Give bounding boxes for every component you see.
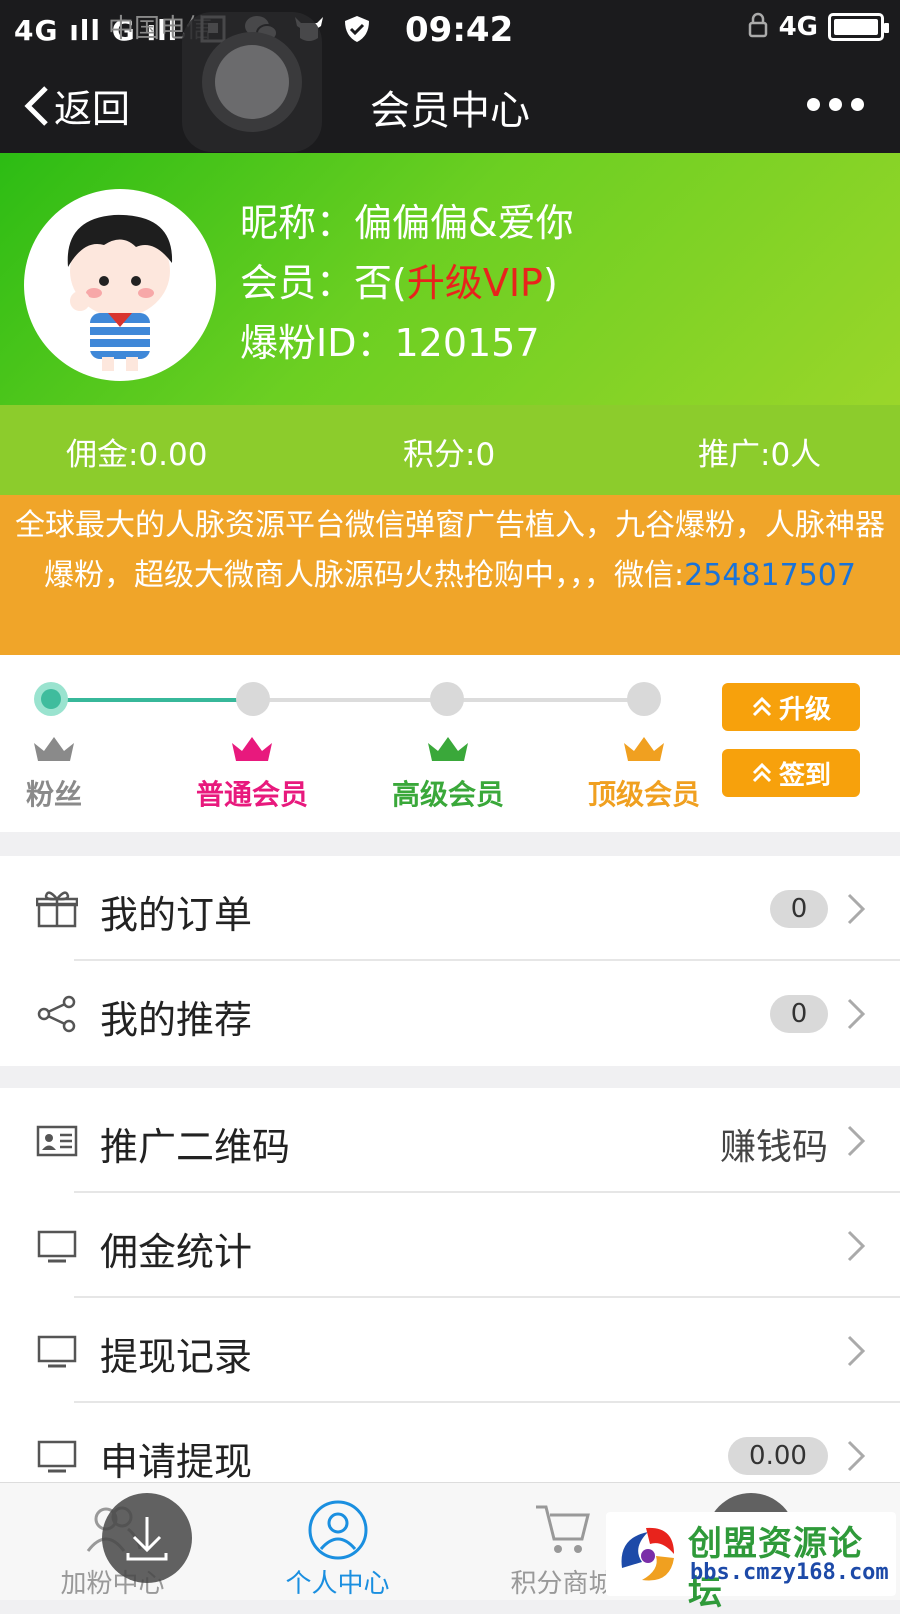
menu-item-withdraw-records[interactable]: 提现记录 bbox=[0, 1298, 900, 1403]
crown-icon bbox=[428, 737, 468, 761]
stats-bar: 佣金:0.00 积分:0 推广:0人 bbox=[0, 405, 900, 495]
menu-item-label: 推广二维码 bbox=[100, 1125, 291, 1169]
id-row: 爆粉ID：120157 bbox=[240, 313, 574, 373]
id-value: 120157 bbox=[394, 321, 540, 365]
wechat-id-link[interactable]: 254817507 bbox=[684, 558, 856, 593]
menu-item-label: 我的推荐 bbox=[100, 998, 253, 1042]
crown-icon bbox=[624, 737, 664, 761]
cart-icon bbox=[536, 1505, 590, 1553]
clock: 09:42 bbox=[405, 10, 514, 50]
chevron-right-icon bbox=[847, 1335, 866, 1367]
more-menu-button[interactable] bbox=[807, 98, 864, 111]
member-label: 会员： bbox=[240, 261, 355, 305]
amount-badge: 0.00 bbox=[728, 1437, 828, 1475]
chevron-right-icon bbox=[847, 1125, 866, 1157]
avatar[interactable] bbox=[24, 189, 216, 381]
nickname-row: 昵称：偏偏偏&爱你 bbox=[240, 193, 574, 253]
battery-icon bbox=[828, 13, 889, 41]
level-label-top: 顶级会员 bbox=[587, 778, 700, 811]
status-bar: 4G ıll G ıll 中国电信 09:42 4G bbox=[0, 0, 900, 60]
level-dot-normal bbox=[236, 682, 270, 716]
monitor-icon bbox=[37, 1230, 77, 1263]
shield-check-icon bbox=[340, 12, 374, 46]
page-title: 会员中心 bbox=[370, 88, 530, 134]
member-row: 会员：否(升级VIP) bbox=[240, 253, 574, 313]
network-type: 4G bbox=[778, 12, 818, 42]
chevron-right-icon bbox=[847, 893, 866, 925]
commission-stat[interactable]: 佣金:0.00 bbox=[66, 429, 207, 474]
id-label: 爆粉ID： bbox=[240, 321, 395, 365]
level-label-fans: 粉丝 bbox=[25, 778, 82, 811]
points-stat[interactable]: 积分:0 bbox=[403, 429, 495, 474]
member-close: ) bbox=[542, 261, 558, 305]
level-label-normal: 普通会员 bbox=[195, 778, 308, 811]
count-badge: 0 bbox=[770, 890, 828, 928]
assistive-touch-button[interactable] bbox=[182, 12, 322, 152]
id-card-icon bbox=[36, 1125, 78, 1157]
crown-icon bbox=[34, 737, 74, 761]
checkin-button-label: 签到 bbox=[778, 760, 831, 791]
chevron-right-icon bbox=[847, 998, 866, 1030]
menu-item-commission-stats[interactable]: 佣金统计 bbox=[0, 1193, 900, 1298]
count-badge: 0 bbox=[770, 995, 828, 1033]
level-progress-track bbox=[50, 698, 645, 702]
more-dot bbox=[829, 98, 842, 111]
menu-item-label: 提现记录 bbox=[100, 1335, 253, 1379]
forum-watermark: 创盟资源论坛 bbs.cmzy168.com bbox=[606, 1512, 896, 1613]
tab-personal-center[interactable]: 个人中心 bbox=[225, 1483, 450, 1601]
menu-item-promo-qrcode[interactable]: 推广二维码 赚钱码 bbox=[0, 1088, 900, 1193]
profile-header: 昵称：偏偏偏&爱你 会员：否(升级VIP) 爆粉ID：120157 bbox=[0, 153, 900, 405]
menu-group-finance: 推广二维码 赚钱码 佣金统计 提现记录 申请提现 0.00 bbox=[0, 1088, 900, 1508]
tab-label: 个人中心 bbox=[285, 1569, 390, 1599]
upgrade-vip-link[interactable]: 升级VIP bbox=[407, 261, 543, 305]
level-label-advanced: 高级会员 bbox=[391, 778, 504, 811]
forum-url: bbs.cmzy168.com bbox=[690, 1560, 889, 1585]
nickname-label: 昵称： bbox=[240, 201, 355, 245]
upgrade-button-label: 升级 bbox=[778, 694, 831, 725]
share-icon bbox=[37, 995, 76, 1033]
checkin-button[interactable]: 签到 bbox=[722, 749, 860, 797]
nickname-value: 偏偏偏&爱你 bbox=[354, 201, 574, 245]
promotion-stat[interactable]: 推广:0人 bbox=[698, 429, 821, 474]
level-dot-advanced bbox=[430, 682, 464, 716]
menu-item-label: 申请提现 bbox=[100, 1440, 253, 1484]
member-value: 否( bbox=[354, 261, 407, 305]
double-chevron-up-icon bbox=[752, 696, 772, 717]
download-button[interactable] bbox=[102, 1493, 192, 1583]
user-icon bbox=[308, 1500, 368, 1560]
double-chevron-up-icon bbox=[752, 762, 772, 783]
nav-bar: 返回 会员中心 bbox=[0, 60, 900, 153]
level-progress-fill bbox=[50, 698, 247, 702]
level-dot-fans bbox=[34, 682, 68, 716]
more-dot bbox=[851, 98, 864, 111]
menu-item-label: 我的订单 bbox=[100, 893, 253, 937]
menu-item-my-orders[interactable]: 我的订单 0 bbox=[0, 856, 900, 961]
crown-icon bbox=[232, 737, 272, 761]
menu-item-value: 赚钱码 bbox=[719, 1127, 828, 1168]
forum-logo bbox=[621, 1527, 674, 1581]
download-icon bbox=[126, 1517, 168, 1561]
menu-item-label: 佣金统计 bbox=[100, 1230, 253, 1274]
gift-icon bbox=[36, 891, 78, 928]
member-level-section: 粉丝 普通会员 高级会员 顶级会员 升级 签到 bbox=[0, 655, 900, 832]
chevron-right-icon bbox=[847, 1440, 866, 1472]
monitor-icon bbox=[37, 1335, 77, 1368]
more-dot bbox=[807, 98, 820, 111]
chevron-right-icon bbox=[847, 1230, 866, 1262]
menu-item-my-referrals[interactable]: 我的推荐 0 bbox=[0, 961, 900, 1066]
menu-group-orders: 我的订单 0 我的推荐 0 bbox=[0, 856, 900, 1066]
lock-icon bbox=[747, 12, 769, 42]
level-dot-top bbox=[627, 682, 661, 716]
upgrade-button[interactable]: 升级 bbox=[722, 683, 860, 731]
monitor-icon bbox=[37, 1440, 77, 1473]
notice-banner: 全球最大的人脉资源平台微信弹窗广告植入，九谷爆粉，人脉神器爆粉，超级大微商人脉源… bbox=[0, 495, 900, 655]
